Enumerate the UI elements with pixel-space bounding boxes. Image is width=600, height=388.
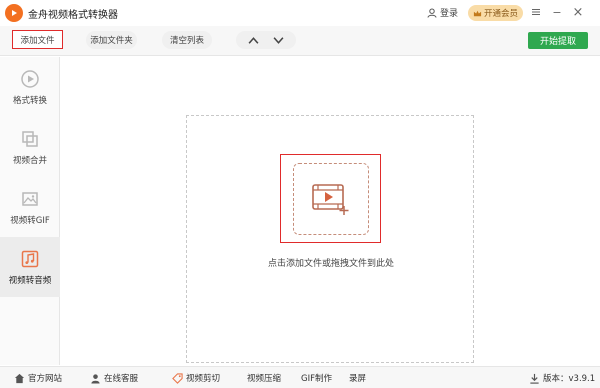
app-logo-icon <box>5 4 23 22</box>
crown-icon <box>473 10 482 16</box>
music-note-icon <box>21 250 39 268</box>
merge-icon <box>22 131 38 147</box>
add-file-area[interactable] <box>280 154 381 243</box>
gif-make-label: GIF制作 <box>301 374 332 384</box>
reorder-group <box>236 31 296 49</box>
start-extract-button[interactable]: 开始提取 <box>528 32 588 49</box>
move-down-icon[interactable] <box>273 36 284 44</box>
sidebar-item-label: 视频转GIF <box>10 216 50 226</box>
sidebar-item-label: 视频转音频 <box>8 276 52 286</box>
version-info[interactable]: 版本：v3.9.1 <box>529 372 595 384</box>
support-icon <box>91 373 100 384</box>
version-label: 版本：v3.9.1 <box>543 374 596 384</box>
video-compress-label: 视频压缩 <box>247 374 282 384</box>
clear-list-button[interactable]: 清空列表 <box>162 31 212 49</box>
home-icon <box>14 373 25 383</box>
screen-record-link[interactable]: 录屏 <box>349 372 366 384</box>
sidebar-item-video-to-audio[interactable]: 视频转音频 <box>0 237 60 297</box>
online-support-label: 在线客服 <box>104 374 139 384</box>
add-video-icon <box>312 184 349 215</box>
sidebar-item-label: 视频合并 <box>12 156 47 166</box>
gif-make-link[interactable]: GIF制作 <box>301 372 332 384</box>
drop-hint-text: 点击添加文件或拖拽文件到此处 <box>267 259 394 269</box>
video-cut-link[interactable]: 视频剪切 <box>172 372 220 384</box>
file-drop-zone[interactable]: 点击添加文件或拖拽文件到此处 <box>186 115 474 363</box>
download-icon <box>530 373 539 384</box>
sidebar-item-video-merge[interactable]: 视频合并 <box>0 117 60 177</box>
minimize-button[interactable]: − <box>549 4 565 20</box>
vip-button[interactable]: 开通会员 <box>468 5 523 21</box>
menu-icon[interactable] <box>528 4 544 20</box>
sidebar-item-video-to-gif[interactable]: 视频转GIF <box>0 177 60 237</box>
official-website-label: 官方网站 <box>28 374 63 384</box>
add-file-button[interactable]: 添加文件 <box>12 30 63 49</box>
login-button[interactable]: 登录 <box>427 6 458 19</box>
move-up-icon[interactable] <box>248 36 259 44</box>
status-bar: 官方网站 在线客服 视频剪切 视频压缩 GIF制作 录屏 版本：v3.9.1 <box>0 366 600 388</box>
login-label: 登录 <box>440 9 459 19</box>
user-icon <box>427 8 437 18</box>
video-cut-label: 视频剪切 <box>186 374 221 384</box>
vip-label: 开通会员 <box>483 9 518 19</box>
official-website-link[interactable]: 官方网站 <box>14 372 62 384</box>
sidebar-item-format-convert[interactable]: 格式转换 <box>0 57 60 117</box>
sidebar: 格式转换 视频合并 视频转GIF 视频转音频 <box>0 57 60 365</box>
online-support-link[interactable]: 在线客服 <box>90 372 138 384</box>
close-button[interactable]: × <box>570 4 586 20</box>
add-video-target[interactable] <box>293 163 369 235</box>
video-compress-link[interactable]: 视频压缩 <box>247 372 281 384</box>
screen-record-label: 录屏 <box>349 374 367 384</box>
add-folder-button[interactable]: 添加文件夹 <box>86 31 137 49</box>
app-title: 金舟视频格式转换器 <box>28 10 118 21</box>
image-icon <box>22 192 38 206</box>
main-panel: 点击添加文件或拖拽文件到此处 <box>61 57 600 365</box>
title-bar: 金舟视频格式转换器 登录 开通会员 − × <box>0 0 600 26</box>
play-circle-icon <box>21 70 39 88</box>
toolbar: 添加文件 添加文件夹 清空列表 开始提取 <box>0 26 600 56</box>
sidebar-item-label: 格式转换 <box>12 96 47 106</box>
tag-icon <box>172 372 183 384</box>
